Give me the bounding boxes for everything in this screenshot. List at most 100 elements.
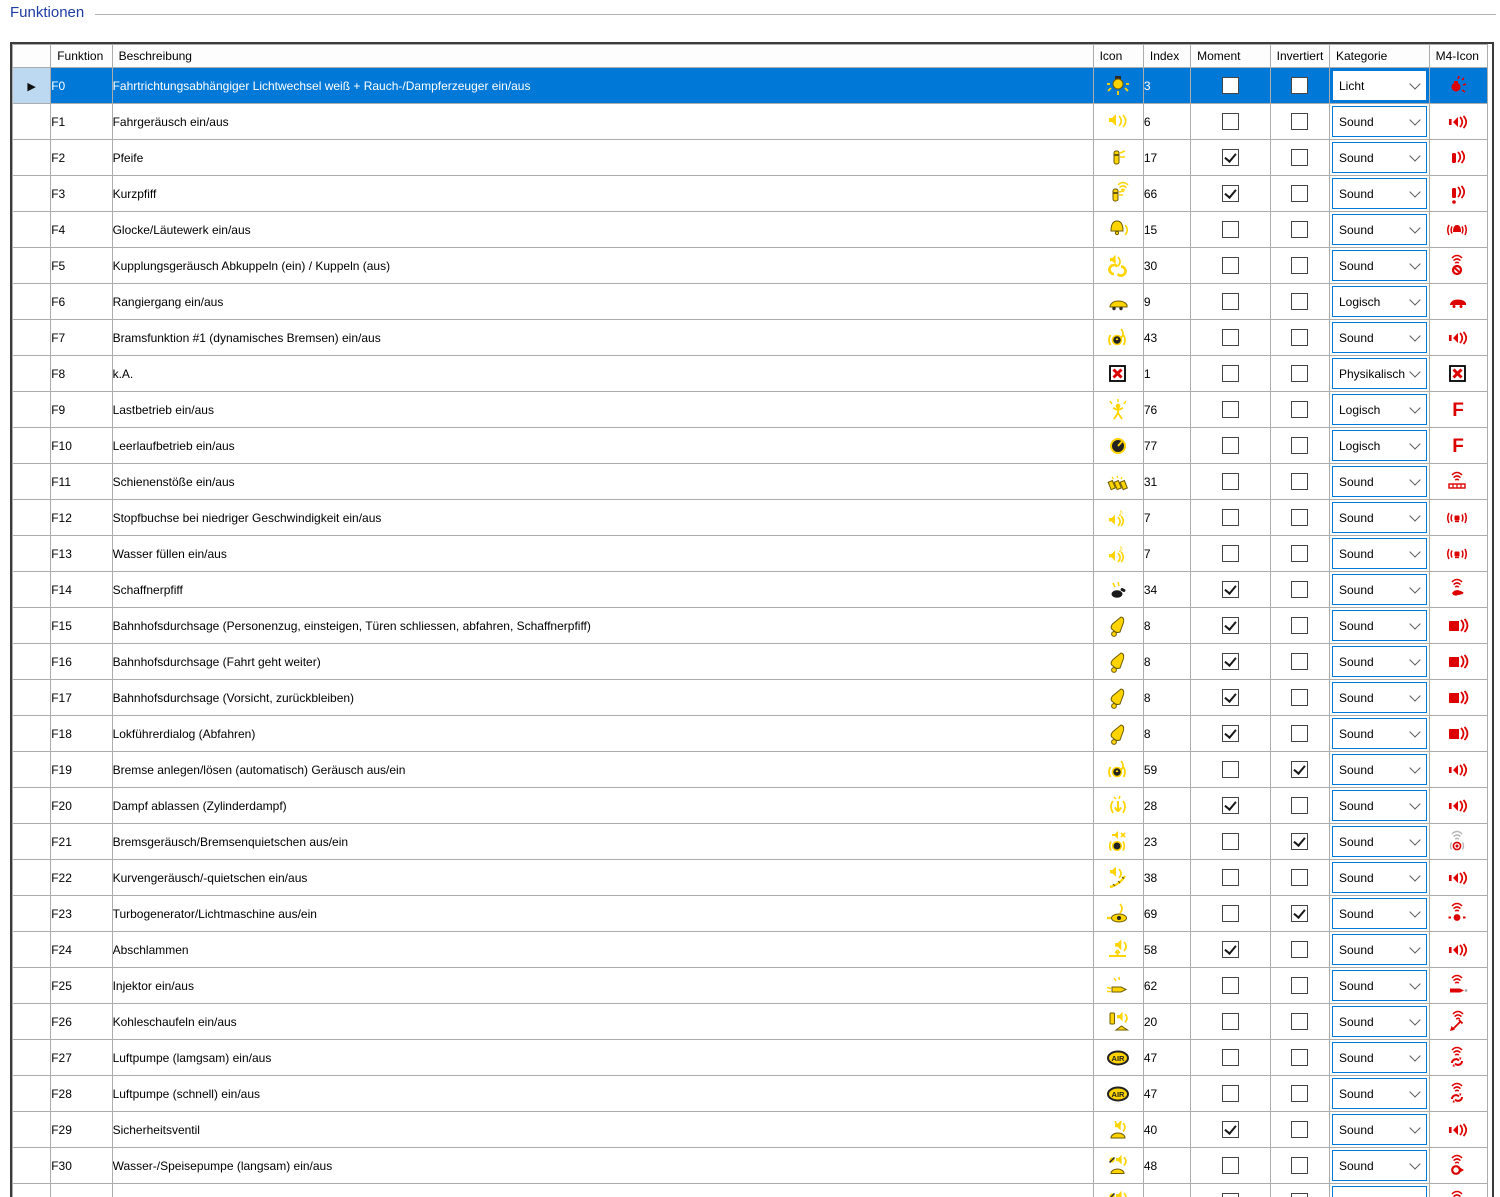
- funktion-cell[interactable]: F5: [50, 247, 113, 284]
- beschreibung-cell[interactable]: Fahrtrichtungsabhängiger Lichtwechsel we…: [111, 67, 1094, 104]
- index-cell[interactable]: 59: [1142, 751, 1192, 788]
- index-cell[interactable]: 34: [1142, 571, 1192, 608]
- moment-checkbox[interactable]: [1221, 797, 1239, 814]
- funktion-cell[interactable]: F31: [50, 1183, 113, 1197]
- beschreibung-cell[interactable]: Abschlammen: [111, 931, 1094, 968]
- row-selector[interactable]: [11, 823, 52, 860]
- index-cell[interactable]: 62: [1142, 967, 1192, 1004]
- invertiert-checkbox[interactable]: [1291, 1049, 1309, 1066]
- beschreibung-cell[interactable]: Bahnhofsdurchsage (Fahrt geht weiter): [111, 643, 1094, 680]
- kategorie-select[interactable]: Sound: [1331, 610, 1427, 641]
- beschreibung-cell[interactable]: Rangiergang ein/aus: [111, 283, 1094, 320]
- index-cell[interactable]: 9: [1142, 283, 1192, 320]
- index-cell[interactable]: 8: [1142, 679, 1192, 716]
- kategorie-select[interactable]: Sound: [1331, 1114, 1427, 1145]
- index-cell[interactable]: 15: [1142, 211, 1192, 248]
- row-selector[interactable]: [11, 643, 52, 680]
- row-selector[interactable]: [11, 1183, 52, 1197]
- index-cell[interactable]: 1: [1142, 355, 1192, 392]
- kategorie-select[interactable]: Physikalisch: [1331, 358, 1427, 389]
- funktion-cell[interactable]: F21: [50, 823, 113, 860]
- beschreibung-cell[interactable]: Kohleschaufeln ein/aus: [111, 1003, 1094, 1040]
- kategorie-select[interactable]: Sound: [1331, 538, 1427, 569]
- row-selector[interactable]: [11, 211, 52, 248]
- invertiert-checkbox[interactable]: [1291, 797, 1309, 814]
- row-selector[interactable]: [11, 1039, 52, 1076]
- funktion-cell[interactable]: F1: [50, 103, 113, 140]
- funktion-cell[interactable]: F6: [50, 283, 113, 320]
- index-cell[interactable]: 40: [1142, 1111, 1192, 1148]
- moment-checkbox[interactable]: [1221, 617, 1239, 634]
- kategorie-select[interactable]: Logisch: [1331, 430, 1427, 461]
- column-header-m4icon[interactable]: M4-Icon: [1428, 44, 1489, 68]
- kategorie-select[interactable]: Sound: [1331, 1006, 1427, 1037]
- invertiert-checkbox[interactable]: [1291, 509, 1309, 526]
- row-selector[interactable]: [11, 535, 52, 572]
- beschreibung-cell[interactable]: Fahrgeräusch ein/aus: [111, 103, 1094, 140]
- moment-checkbox[interactable]: [1221, 77, 1239, 94]
- beschreibung-cell[interactable]: Wasser füllen ein/aus: [111, 535, 1094, 572]
- beschreibung-cell[interactable]: Leerlaufbetrieb ein/aus: [111, 427, 1094, 464]
- kategorie-select[interactable]: Sound: [1331, 934, 1427, 965]
- moment-checkbox[interactable]: [1221, 689, 1239, 706]
- index-cell[interactable]: 58: [1142, 931, 1192, 968]
- moment-checkbox[interactable]: [1221, 401, 1239, 418]
- moment-checkbox[interactable]: [1221, 869, 1239, 886]
- column-header-rowselector[interactable]: [11, 44, 52, 68]
- moment-checkbox[interactable]: [1221, 725, 1239, 742]
- index-cell[interactable]: 48: [1142, 1147, 1192, 1184]
- moment-checkbox[interactable]: [1221, 1013, 1239, 1030]
- row-selector[interactable]: [11, 139, 52, 176]
- invertiert-checkbox[interactable]: [1291, 869, 1309, 886]
- funktion-cell[interactable]: F3: [50, 175, 113, 212]
- row-selector[interactable]: [11, 679, 52, 716]
- kategorie-select[interactable]: Sound: [1331, 466, 1427, 497]
- moment-checkbox[interactable]: [1221, 293, 1239, 310]
- moment-checkbox[interactable]: [1221, 185, 1239, 202]
- invertiert-checkbox[interactable]: [1291, 257, 1309, 274]
- beschreibung-cell[interactable]: k.A.: [111, 355, 1094, 392]
- beschreibung-cell[interactable]: Dampf ablassen (Zylinderdampf): [111, 787, 1094, 824]
- kategorie-select[interactable]: Sound: [1331, 250, 1427, 281]
- invertiert-checkbox[interactable]: [1291, 365, 1309, 382]
- invertiert-checkbox[interactable]: [1291, 293, 1309, 310]
- row-selector[interactable]: [11, 175, 52, 212]
- index-cell[interactable]: 8: [1142, 607, 1192, 644]
- row-selector[interactable]: [11, 715, 52, 752]
- moment-checkbox[interactable]: [1221, 257, 1239, 274]
- funktion-cell[interactable]: F30: [50, 1147, 113, 1184]
- index-cell[interactable]: 7: [1142, 535, 1192, 572]
- kategorie-select[interactable]: Logisch: [1331, 394, 1427, 425]
- invertiert-checkbox[interactable]: [1291, 725, 1309, 742]
- beschreibung-cell[interactable]: Kurvengeräusch/-quietschen ein/aus: [111, 859, 1094, 896]
- row-selector[interactable]: [11, 859, 52, 896]
- index-cell[interactable]: 76: [1142, 391, 1192, 428]
- invertiert-checkbox[interactable]: [1291, 149, 1309, 166]
- row-selector[interactable]: [11, 931, 52, 968]
- moment-checkbox[interactable]: [1221, 437, 1239, 454]
- invertiert-checkbox[interactable]: [1291, 1085, 1309, 1102]
- row-selector[interactable]: [11, 787, 52, 824]
- invertiert-checkbox[interactable]: [1291, 1121, 1309, 1138]
- row-selector[interactable]: [11, 283, 52, 320]
- column-header-kategorie[interactable]: Kategorie: [1328, 44, 1430, 68]
- moment-checkbox[interactable]: [1221, 1193, 1239, 1197]
- moment-checkbox[interactable]: [1221, 473, 1239, 490]
- invertiert-checkbox[interactable]: [1291, 977, 1309, 994]
- kategorie-select[interactable]: Sound: [1331, 322, 1427, 353]
- kategorie-select[interactable]: Sound: [1331, 214, 1427, 245]
- index-cell[interactable]: 17: [1142, 139, 1192, 176]
- invertiert-checkbox[interactable]: [1291, 77, 1309, 94]
- funktion-cell[interactable]: F19: [50, 751, 113, 788]
- row-selector[interactable]: [11, 1075, 52, 1112]
- column-header-invertiert[interactable]: Invertiert: [1269, 44, 1330, 68]
- funktion-cell[interactable]: F16: [50, 643, 113, 680]
- beschreibung-cell[interactable]: Stopfbuchse bei niedriger Geschwindigkei…: [111, 499, 1094, 536]
- index-cell[interactable]: 8: [1142, 643, 1192, 680]
- moment-checkbox[interactable]: [1221, 365, 1239, 382]
- kategorie-select[interactable]: Sound: [1331, 682, 1427, 713]
- funktion-cell[interactable]: F9: [50, 391, 113, 428]
- funktion-cell[interactable]: F23: [50, 895, 113, 932]
- kategorie-select[interactable]: Sound: [1331, 898, 1427, 929]
- index-cell[interactable]: 28: [1142, 787, 1192, 824]
